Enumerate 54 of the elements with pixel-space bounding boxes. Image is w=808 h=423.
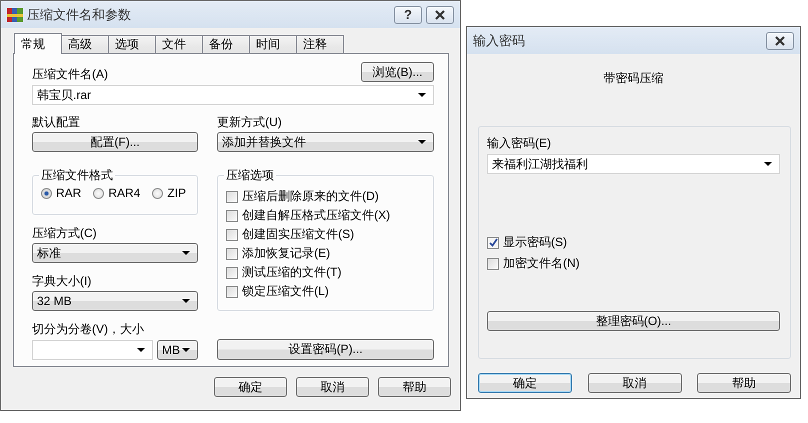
books-icon	[7, 6, 23, 22]
browse-button[interactable]: 浏览(B)...	[361, 62, 434, 82]
dialog-button[interactable]: 取消	[296, 377, 369, 397]
tab[interactable]: 时间	[249, 35, 297, 53]
method-dropdown[interactable]: 标准	[32, 243, 198, 263]
field-label: 字典大小(I)	[32, 273, 92, 289]
checkmark-icon	[488, 238, 498, 247]
group-title: 压缩选项	[224, 167, 276, 183]
dialog-button[interactable]: 帮助	[697, 373, 791, 393]
dialog-button[interactable]: 确定	[214, 377, 287, 397]
help-button[interactable]: ?	[394, 6, 422, 24]
radio-button[interactable]: RAR	[41, 186, 82, 200]
checkbox[interactable]: 压缩后删除原来的文件(D)	[226, 187, 425, 206]
radio-button[interactable]: ZIP	[152, 186, 186, 200]
checkbox[interactable]: 显示密码(S)	[487, 233, 780, 252]
profiles-button[interactable]: 配置(F)...	[32, 132, 198, 152]
tab[interactable]: 常规	[14, 33, 62, 54]
tab[interactable]: 注释	[296, 35, 344, 53]
field-label: 默认配置	[32, 114, 81, 130]
tab[interactable]: 高级	[61, 35, 109, 53]
field-label: 切分为分卷(V)，大小	[32, 321, 145, 337]
unit-dropdown[interactable]: MB	[157, 340, 198, 360]
field-label: 更新方式(U)	[217, 114, 283, 130]
tab[interactable]: 选项	[108, 35, 156, 53]
organize-passwords-button[interactable]: 整理密码(O)...	[487, 311, 780, 331]
field-label: 输入密码(E)	[487, 135, 552, 151]
update-mode-dropdown[interactable]: 添加并替换文件	[217, 132, 434, 152]
close-button[interactable]	[426, 6, 454, 24]
tab[interactable]: 备份	[202, 35, 250, 53]
dialog-heading: 带密码压缩	[602, 70, 664, 87]
radio-button[interactable]: RAR4	[93, 186, 140, 200]
dictionary-dropdown[interactable]: 32 MB	[32, 291, 198, 311]
checkbox[interactable]: 创建自解压格式压缩文件(X)	[226, 206, 425, 225]
close-icon	[434, 10, 446, 20]
checkbox[interactable]: 添加恢复记录(E)	[226, 244, 425, 263]
window-title: 压缩文件名和参数	[27, 6, 131, 24]
checkbox[interactable]: 锁定压缩文件(L)	[226, 282, 425, 301]
close-button[interactable]	[766, 32, 794, 50]
close-icon	[774, 36, 786, 46]
tab[interactable]: 文件	[155, 35, 203, 53]
password-field[interactable]: 来福利江湖找福利	[487, 154, 780, 174]
field-label: 压缩方式(C)	[32, 225, 98, 241]
window-title: 输入密码	[473, 32, 525, 50]
archive-name-field[interactable]: 韩宝贝.rar	[32, 85, 434, 105]
set-password-button[interactable]: 设置密码(P)...	[217, 339, 434, 360]
dialog-button[interactable]: 取消	[588, 373, 682, 393]
dialog-button[interactable]: 确定	[478, 373, 572, 393]
checkbox[interactable]: 测试压缩的文件(T)	[226, 263, 425, 282]
group-title: 压缩文件格式	[39, 167, 115, 183]
dialog-button[interactable]: 帮助	[378, 377, 451, 397]
volume-size-field[interactable]	[32, 340, 153, 360]
checkbox[interactable]: 加密文件名(N)	[487, 254, 780, 273]
checkbox[interactable]: 创建固实压缩文件(S)	[226, 225, 425, 244]
field-label: 压缩文件名(A)	[32, 66, 108, 82]
